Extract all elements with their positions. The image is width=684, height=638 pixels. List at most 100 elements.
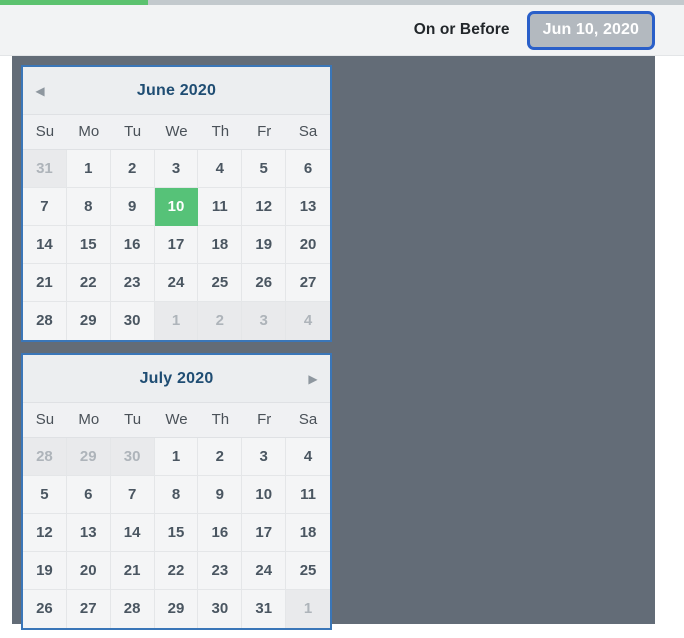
calendar-day[interactable]: 12 <box>23 514 67 552</box>
weekday-label: Mo <box>78 123 100 140</box>
calendar-day[interactable]: 1 <box>66 150 111 188</box>
weekday-label: Th <box>211 123 230 140</box>
calendar-day[interactable]: 16 <box>198 514 243 552</box>
calendar-week-row: 7 8 9 10 11 12 13 <box>23 188 330 226</box>
weekday-label: We <box>165 411 188 428</box>
calendar-day[interactable]: 24 <box>242 552 287 590</box>
calendar-header-july: ◀ July 2020 ▶ <box>23 355 330 403</box>
calendar-day[interactable]: 13 <box>66 514 111 552</box>
calendar-day[interactable]: 10 <box>242 476 287 514</box>
calendar-title-june: June 2020 <box>136 81 217 99</box>
calendar-day[interactable]: 4 <box>286 438 330 476</box>
calendar-day[interactable]: 27 <box>286 264 330 302</box>
calendar-week-row: 12 13 14 15 16 17 18 <box>23 514 330 552</box>
calendar-day[interactable]: 2 <box>110 150 155 188</box>
filter-toolbar: On or Before Jun 10, 2020 <box>0 5 684 56</box>
calendar-day[interactable]: 17 <box>242 514 287 552</box>
weekday-label: Tu <box>124 123 142 140</box>
calendar-day[interactable]: 25 <box>286 552 330 590</box>
calendar-day[interactable]: 14 <box>23 226 67 264</box>
calendar-week-row: 28 29 30 1 2 3 4 <box>23 438 330 476</box>
calendar-header-june: ◀ June 2020 ▶ <box>23 67 330 115</box>
calendar-day[interactable]: 8 <box>154 476 199 514</box>
calendar-day[interactable]: 31 <box>242 590 287 628</box>
calendar-day[interactable]: 9 <box>198 476 243 514</box>
calendar-day-adjacent-month[interactable]: 2 <box>198 302 243 340</box>
calendar-day[interactable]: 23 <box>110 264 155 302</box>
calendar-day[interactable]: 24 <box>154 264 199 302</box>
calendar-day[interactable]: 29 <box>66 302 111 340</box>
calendar-week-row: 31 1 2 3 4 5 6 <box>23 150 330 188</box>
filter-operator-label: On or Before <box>413 21 510 38</box>
calendar-day-adjacent-month[interactable]: 28 <box>23 438 67 476</box>
calendar-day[interactable]: 15 <box>154 514 199 552</box>
weekday-label: Mo <box>78 411 100 428</box>
calendar-day-selected[interactable]: 10 <box>154 188 199 226</box>
next-month-arrow-icon: ▶ <box>296 85 330 97</box>
calendar-day[interactable]: 25 <box>198 264 243 302</box>
calendar-day[interactable]: 13 <box>286 188 330 226</box>
calendar-day[interactable]: 29 <box>154 590 199 628</box>
calendar-day[interactable]: 12 <box>242 188 287 226</box>
calendar-day-adjacent-month[interactable]: 4 <box>286 302 330 340</box>
weekday-label: Su <box>35 411 55 428</box>
calendar-day-adjacent-month[interactable]: 3 <box>242 302 287 340</box>
calendar-day[interactable]: 30 <box>198 590 243 628</box>
calendar-day[interactable]: 5 <box>23 476 67 514</box>
calendar-day[interactable]: 4 <box>198 150 243 188</box>
calendar-day[interactable]: 9 <box>110 188 155 226</box>
calendar-day[interactable]: 11 <box>286 476 330 514</box>
calendar-day[interactable]: 26 <box>23 590 67 628</box>
calendar-day[interactable]: 27 <box>66 590 111 628</box>
calendar-week-row: 14 15 16 17 18 19 20 <box>23 226 330 264</box>
calendar-day[interactable]: 23 <box>198 552 243 590</box>
calendar-day[interactable]: 22 <box>66 264 111 302</box>
calendar-day[interactable]: 21 <box>23 264 67 302</box>
calendar-month-june: ◀June 2020▶SuMoTuWeThFrSa311234567891011… <box>21 65 332 342</box>
weekday-header-row: Su Mo Tu We Th Fr Sa <box>23 115 330 150</box>
calendar-day[interactable]: 7 <box>110 476 155 514</box>
calendar-day[interactable]: 7 <box>23 188 67 226</box>
calendar-day[interactable]: 30 <box>110 302 155 340</box>
weekday-label: Sa <box>298 123 318 140</box>
calendar-day[interactable]: 14 <box>110 514 155 552</box>
calendar-day[interactable]: 15 <box>66 226 111 264</box>
prev-month-arrow-icon[interactable]: ◀ <box>23 85 57 97</box>
calendar-day[interactable]: 11 <box>198 188 243 226</box>
calendar-day[interactable]: 18 <box>198 226 243 264</box>
calendar-day[interactable]: 3 <box>154 150 199 188</box>
calendar-day[interactable]: 20 <box>66 552 111 590</box>
calendar-day[interactable]: 21 <box>110 552 155 590</box>
weekday-label: We <box>165 123 188 140</box>
calendar-day[interactable]: 1 <box>154 438 199 476</box>
calendar-day[interactable]: 26 <box>242 264 287 302</box>
calendar-week-row: 5 6 7 8 9 10 11 <box>23 476 330 514</box>
calendar-day[interactable]: 18 <box>286 514 330 552</box>
calendar-week-row: 21 22 23 24 25 26 27 <box>23 264 330 302</box>
next-month-arrow-icon[interactable]: ▶ <box>296 373 330 385</box>
calendar-day-adjacent-month[interactable]: 29 <box>66 438 111 476</box>
calendar-day[interactable]: 5 <box>242 150 287 188</box>
calendar-day[interactable]: 17 <box>154 226 199 264</box>
calendar-day[interactable]: 8 <box>66 188 111 226</box>
calendar-month-july: ◀July 2020▶SuMoTuWeThFrSa282930123456789… <box>21 353 332 630</box>
weekday-label: Fr <box>257 411 272 428</box>
calendar-day[interactable]: 3 <box>242 438 287 476</box>
calendar-day[interactable]: 28 <box>23 302 67 340</box>
calendar-day[interactable]: 19 <box>242 226 287 264</box>
calendar-day[interactable]: 6 <box>66 476 111 514</box>
calendar-day-adjacent-month[interactable]: 31 <box>23 150 67 188</box>
calendar-day[interactable]: 16 <box>110 226 155 264</box>
date-value-button[interactable]: Jun 10, 2020 <box>526 10 655 50</box>
calendar-day[interactable]: 2 <box>198 438 243 476</box>
calendar-day[interactable]: 20 <box>286 226 330 264</box>
calendar-day[interactable]: 22 <box>154 552 199 590</box>
calendar-day-adjacent-month[interactable]: 30 <box>110 438 155 476</box>
calendar-week-row: 26 27 28 29 30 31 1 <box>23 590 330 628</box>
calendar-day[interactable]: 28 <box>110 590 155 628</box>
calendar-day[interactable]: 19 <box>23 552 67 590</box>
calendar-day[interactable]: 6 <box>286 150 330 188</box>
calendar-day-adjacent-month[interactable]: 1 <box>286 590 330 628</box>
calendar-day-adjacent-month[interactable]: 1 <box>154 302 199 340</box>
calendar-title-july: July 2020 <box>139 369 214 387</box>
